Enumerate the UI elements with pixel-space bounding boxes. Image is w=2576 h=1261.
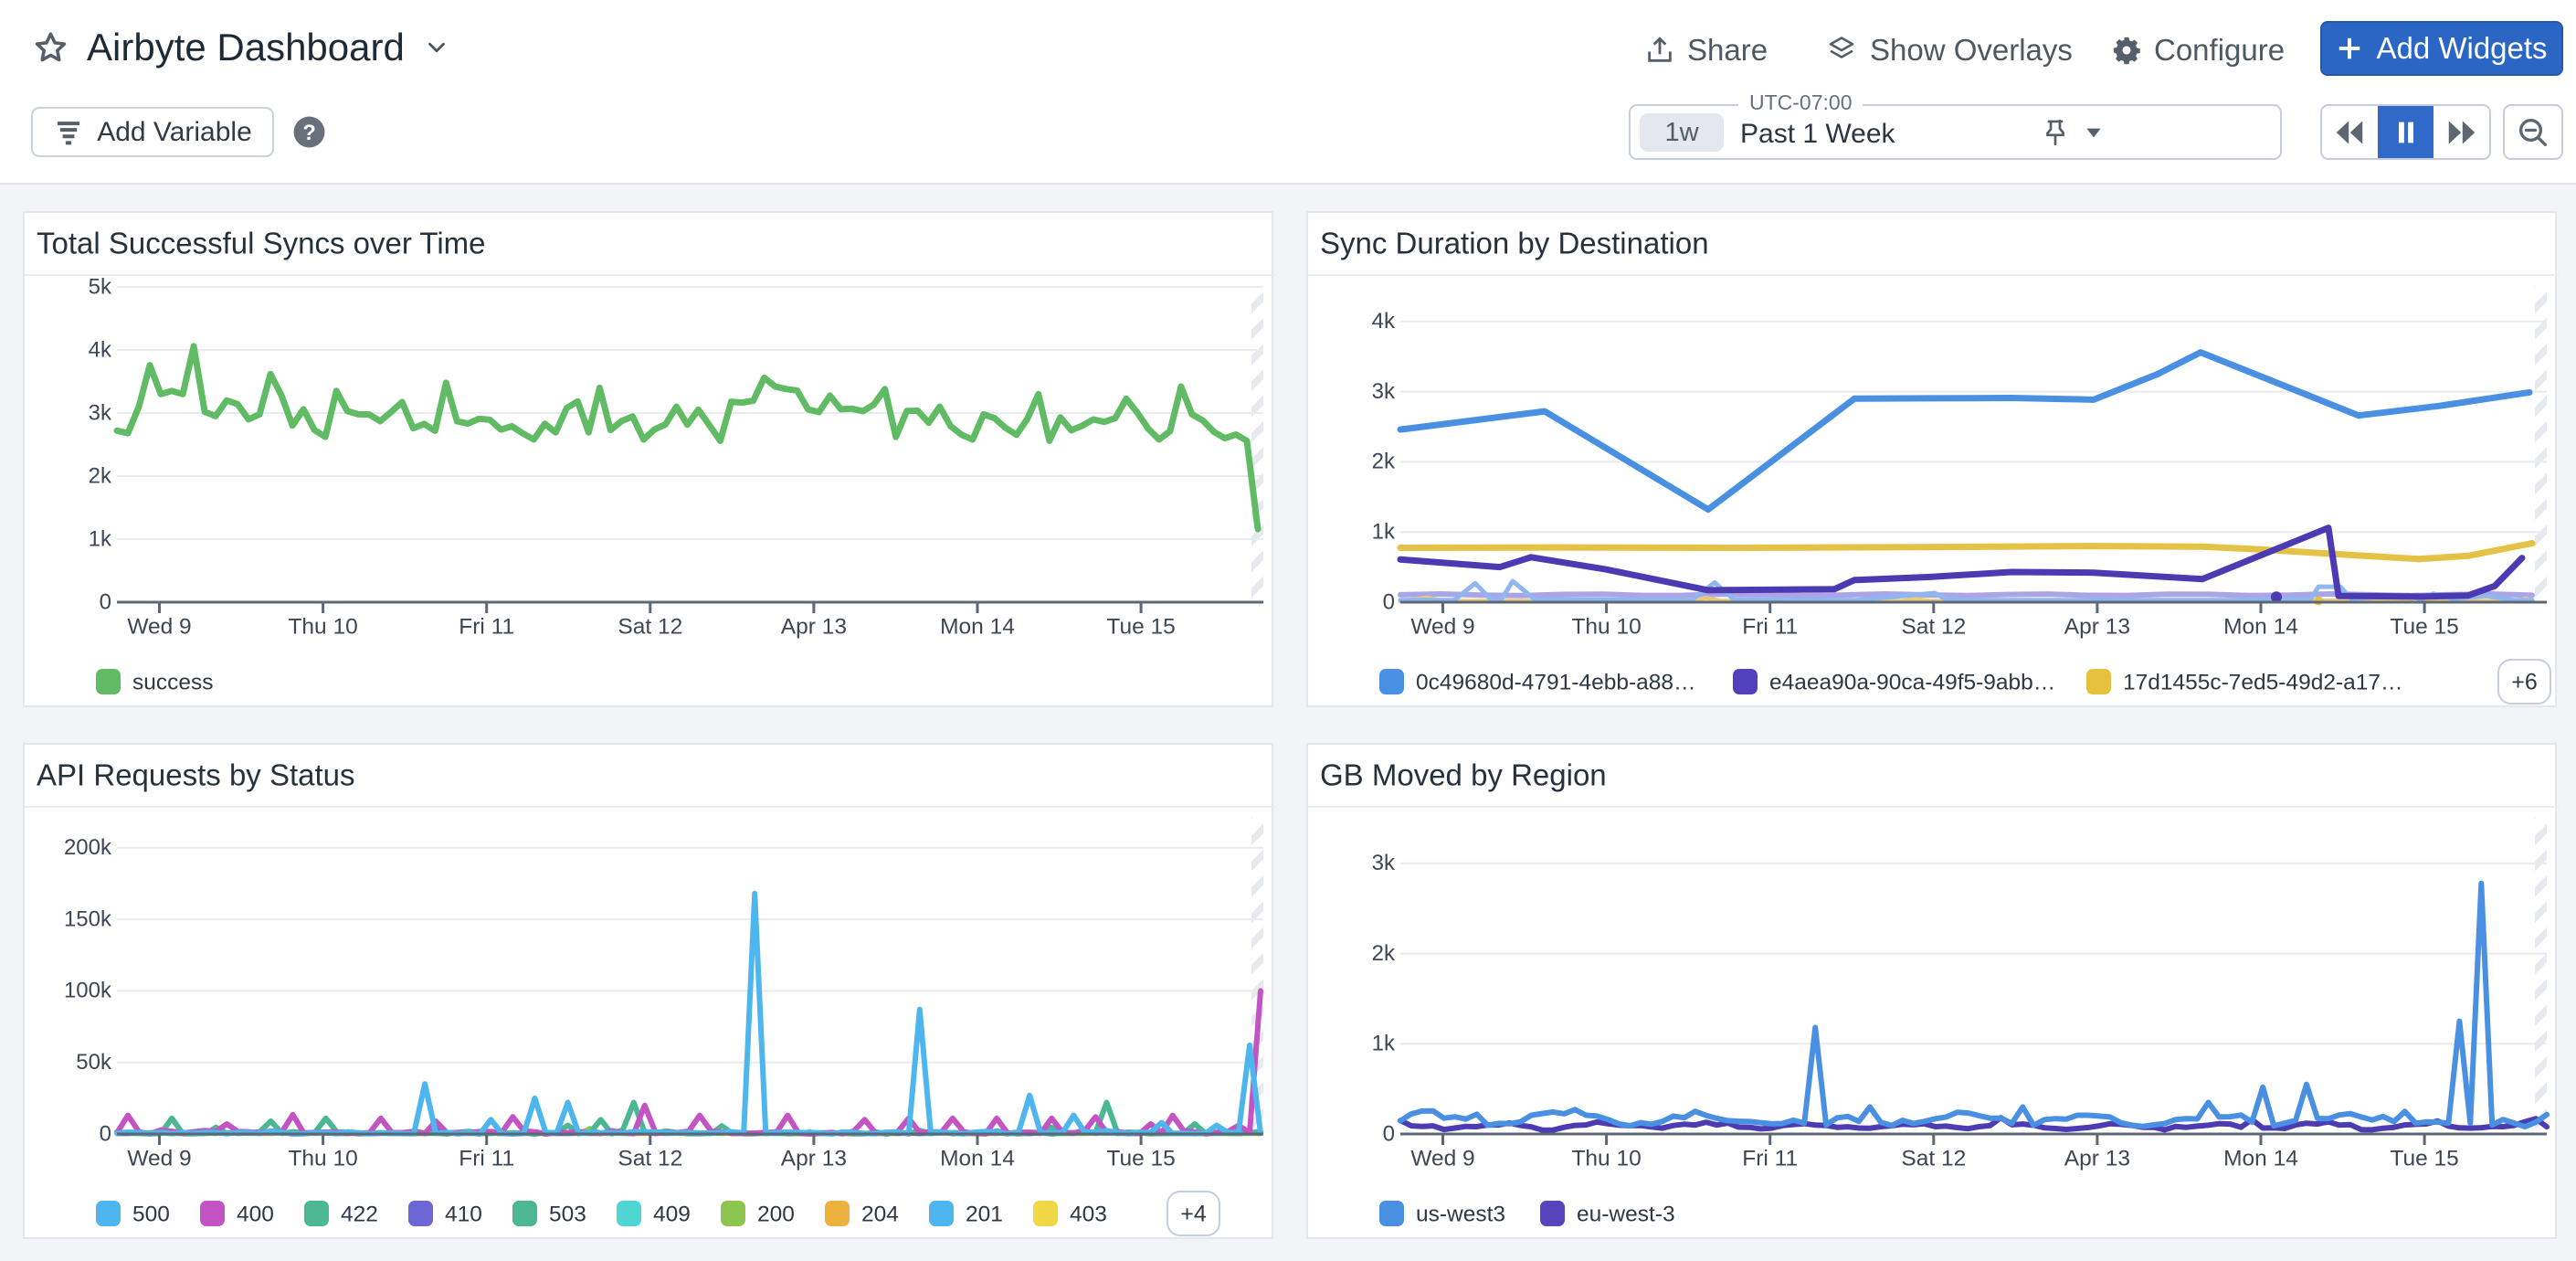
- svg-text:2k: 2k: [89, 463, 112, 488]
- svg-text:Sat 12: Sat 12: [1901, 1146, 1966, 1171]
- svg-text:Thu 10: Thu 10: [1571, 614, 1641, 639]
- svg-text:400: 400: [237, 1202, 274, 1226]
- svg-text:200: 200: [757, 1202, 795, 1226]
- svg-text:Total Successful Syncs over Ti: Total Successful Syncs over Time: [37, 227, 486, 260]
- svg-text:+4: +4: [1180, 1202, 1207, 1227]
- svg-text:e4aea90a-90ca-49f5-9abb…: e4aea90a-90ca-49f5-9abb…: [1769, 670, 2055, 694]
- svg-text:Wed 9: Wed 9: [127, 614, 191, 639]
- svg-text:150k: 150k: [64, 906, 112, 931]
- svg-text:409: 409: [653, 1202, 691, 1226]
- svg-text:success: success: [132, 670, 214, 694]
- svg-text:0: 0: [100, 1121, 111, 1146]
- svg-text:Fri 11: Fri 11: [1742, 1146, 1798, 1171]
- svg-text:?: ?: [302, 121, 316, 145]
- svg-text:1k: 1k: [1372, 520, 1396, 545]
- svg-text:422: 422: [341, 1202, 378, 1226]
- svg-text:Thu 10: Thu 10: [288, 614, 357, 639]
- svg-text:+6: +6: [2511, 670, 2538, 695]
- svg-text:403: 403: [1070, 1202, 1107, 1226]
- svg-text:Fri 11: Fri 11: [1742, 614, 1798, 639]
- svg-text:201: 201: [966, 1202, 1003, 1226]
- svg-text:Thu 10: Thu 10: [1571, 1146, 1641, 1171]
- svg-text:Wed 9: Wed 9: [1410, 1146, 1474, 1171]
- svg-text:Wed 9: Wed 9: [1410, 614, 1474, 639]
- svg-text:Sat 12: Sat 12: [618, 614, 682, 639]
- svg-text:Mon 14: Mon 14: [940, 614, 1015, 639]
- svg-text:Tue 15: Tue 15: [2390, 1146, 2458, 1171]
- svg-text:200k: 200k: [64, 835, 112, 860]
- svg-text:50k: 50k: [76, 1050, 112, 1075]
- svg-text:Fri 11: Fri 11: [459, 1146, 514, 1171]
- svg-text:0c49680d-4791-4ebb-a88…: 0c49680d-4791-4ebb-a88…: [1416, 670, 1696, 694]
- svg-text:GB Moved by Region: GB Moved by Region: [1320, 758, 1607, 792]
- svg-text:0: 0: [100, 589, 111, 614]
- svg-text:2k: 2k: [1372, 941, 1396, 966]
- svg-text:0: 0: [1383, 589, 1395, 614]
- svg-text:3k: 3k: [89, 400, 112, 425]
- svg-text:2k: 2k: [1372, 450, 1396, 474]
- svg-text:Fri 11: Fri 11: [459, 614, 514, 639]
- svg-text:us-west3: us-west3: [1416, 1202, 1505, 1226]
- svg-text:503: 503: [549, 1202, 586, 1226]
- svg-text:Tue 15: Tue 15: [1106, 614, 1175, 639]
- svg-text:API Requests by Status: API Requests by Status: [37, 758, 355, 792]
- svg-text:Apr 13: Apr 13: [781, 1146, 847, 1171]
- svg-text:Mon 14: Mon 14: [2223, 614, 2298, 639]
- svg-text:Tue 15: Tue 15: [2390, 614, 2458, 639]
- svg-text:Thu 10: Thu 10: [288, 1146, 357, 1171]
- svg-text:Sync Duration by Destination: Sync Duration by Destination: [1320, 227, 1709, 260]
- svg-text:Sat 12: Sat 12: [1901, 614, 1966, 639]
- svg-text:Mon 14: Mon 14: [940, 1146, 1015, 1171]
- svg-text:100k: 100k: [64, 979, 112, 1003]
- svg-text:3k: 3k: [1372, 379, 1396, 404]
- svg-text:Mon 14: Mon 14: [2223, 1146, 2298, 1171]
- svg-text:Wed 9: Wed 9: [127, 1146, 191, 1171]
- svg-text:Apr 13: Apr 13: [2064, 614, 2130, 639]
- svg-text:410: 410: [445, 1202, 482, 1226]
- svg-text:eu-west-3: eu-west-3: [1577, 1202, 1675, 1226]
- svg-text:204: 204: [861, 1202, 899, 1226]
- svg-text:1k: 1k: [1372, 1032, 1396, 1056]
- svg-text:3k: 3k: [1372, 851, 1396, 875]
- svg-text:1k: 1k: [89, 526, 112, 551]
- svg-text:4k: 4k: [89, 337, 112, 362]
- svg-text:Tue 15: Tue 15: [1106, 1146, 1175, 1171]
- svg-text:Apr 13: Apr 13: [2064, 1146, 2130, 1171]
- svg-text:0: 0: [1383, 1121, 1395, 1146]
- svg-text:5k: 5k: [89, 274, 112, 299]
- svg-text:500: 500: [132, 1202, 170, 1226]
- svg-text:Apr 13: Apr 13: [781, 614, 847, 639]
- svg-text:Sat 12: Sat 12: [618, 1146, 682, 1171]
- svg-text:17d1455c-7ed5-49d2-a17…: 17d1455c-7ed5-49d2-a17…: [2123, 670, 2403, 694]
- svg-text:4k: 4k: [1372, 309, 1396, 334]
